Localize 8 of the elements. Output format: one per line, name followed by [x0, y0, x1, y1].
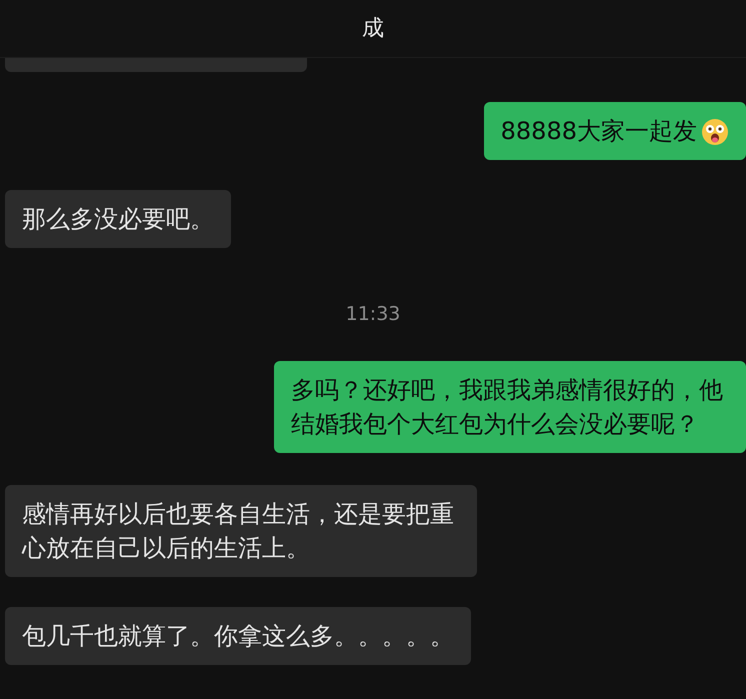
message-bubble: 感情再好以后也要各自生活，还是要把重心放在自己以后的生活上。 [5, 484, 477, 576]
chat-title: 成 [362, 15, 384, 43]
message-bubble: 多吗？还好吧，我跟我弟感情很好的，他结婚我包个大红包为什么会没必要呢？ [274, 360, 746, 452]
timestamp: 11:33 [346, 302, 400, 327]
emoji-icon [701, 118, 729, 146]
message-bubble: 包几千也就算了。你拿这么多。。。。。 [5, 606, 471, 664]
message-bubble: 那么多没必要吧。 [5, 190, 231, 248]
message-bubble: 88888大家一起发 [484, 102, 746, 160]
